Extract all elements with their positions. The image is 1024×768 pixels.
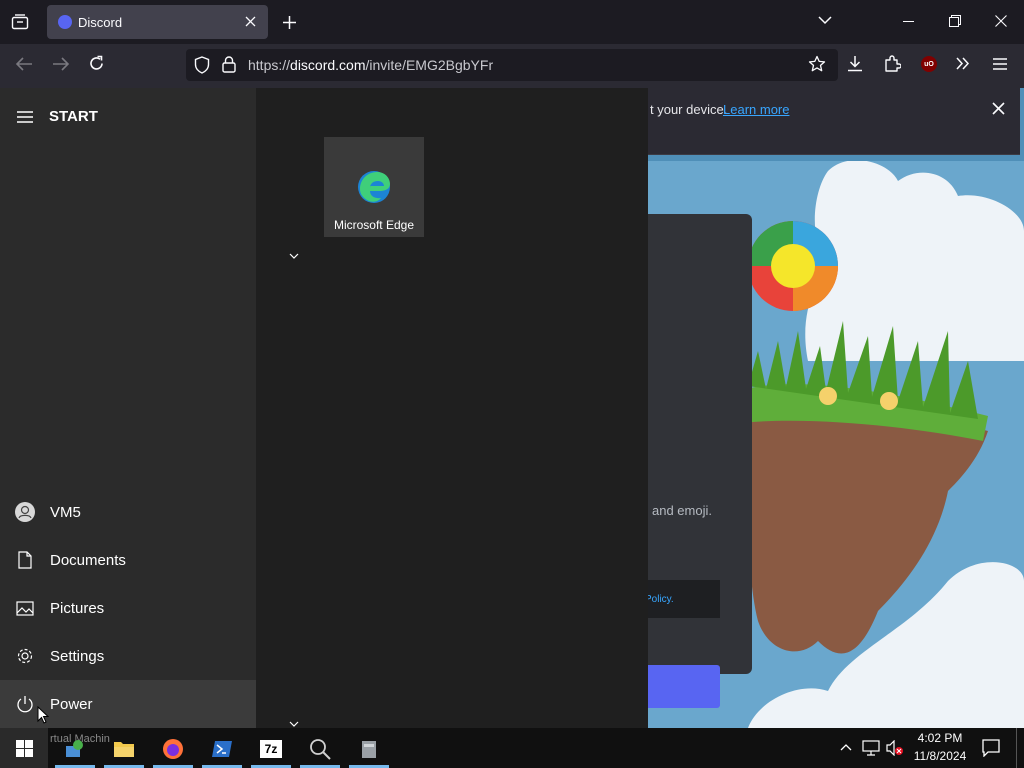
scroll-chevron-icon[interactable] [289, 721, 299, 727]
restore-button[interactable] [949, 15, 961, 27]
clock-time[interactable]: 4:02 PM [912, 731, 968, 745]
7zip-icon: 7z [260, 740, 282, 758]
search-icon [310, 739, 331, 760]
start-item-label: VM5 [50, 503, 81, 521]
lock-icon[interactable] [222, 56, 236, 73]
windows-logo-icon [16, 740, 33, 757]
show-hidden-icons-chevron-icon[interactable] [840, 743, 852, 751]
learn-more-link[interactable]: Learn more [723, 102, 789, 117]
new-tab-icon[interactable] [282, 15, 297, 30]
pictures-icon [0, 600, 50, 616]
downloads-icon[interactable] [847, 55, 863, 72]
folder-icon [114, 742, 134, 757]
app-menu-icon[interactable] [993, 58, 1007, 70]
start-item-settings[interactable]: Settings [0, 632, 256, 680]
minimize-button[interactable] [903, 21, 914, 22]
mouse-cursor-icon [37, 706, 49, 724]
firefox-icon [163, 739, 183, 759]
network-icon[interactable] [862, 740, 880, 756]
back-icon[interactable] [15, 56, 33, 72]
taskbar-search[interactable] [300, 733, 340, 768]
start-header: START [49, 108, 98, 125]
card-emoji-text: and emoji. [652, 503, 712, 518]
start-item-documents[interactable]: Documents [0, 536, 256, 584]
close-window-button[interactable] [995, 15, 1007, 27]
start-item-label: Documents [50, 551, 126, 569]
bookmark-star-icon[interactable] [808, 55, 826, 73]
tile-label: Microsoft Edge [333, 218, 415, 232]
extensions-icon[interactable] [884, 55, 901, 72]
taskbar-7zip[interactable]: 7z [251, 733, 291, 768]
start-item-label: Settings [50, 647, 105, 665]
start-item-user[interactable]: VM5 [0, 488, 256, 536]
taskbar-powershell[interactable] [202, 733, 242, 768]
powershell-icon [212, 741, 232, 757]
user-avatar-icon [0, 502, 50, 522]
taskbar-file-explorer[interactable] [104, 733, 144, 768]
app-window-icon [362, 741, 376, 758]
tab-list-icon[interactable] [11, 14, 29, 30]
volume-muted-icon[interactable] [886, 740, 904, 756]
notification-text: t your device. [650, 102, 728, 117]
tab-title: Discord [78, 15, 123, 30]
clock-date[interactable]: 11/8/2024 [910, 749, 970, 763]
discord-favicon-icon [58, 15, 72, 29]
taskbar-server-manager[interactable] [55, 733, 95, 768]
url-text: https://discord.com/invite/EMG2BgbYFr [248, 57, 494, 73]
server-manager-icon [66, 740, 83, 757]
taskbar-app[interactable] [349, 733, 389, 768]
start-item-pictures[interactable]: Pictures [0, 584, 256, 632]
start-item-label: Pictures [50, 599, 105, 617]
gear-icon [0, 647, 50, 665]
start-tiles-area [256, 88, 648, 728]
close-tab-icon[interactable] [245, 16, 256, 27]
tracking-protection-shield-icon[interactable] [194, 56, 210, 74]
start-item-label: Power [50, 695, 93, 713]
show-desktop-button[interactable] [1016, 728, 1024, 768]
more-tools-icon[interactable] [956, 57, 970, 70]
continue-button[interactable] [640, 665, 720, 708]
hamburger-menu-icon[interactable] [17, 111, 33, 123]
close-notification-icon[interactable] [992, 102, 1005, 115]
document-icon [0, 551, 50, 569]
privacy-policy-link[interactable]: Policy. [645, 594, 674, 605]
microsoft-edge-icon [356, 169, 392, 205]
reload-icon[interactable] [88, 55, 105, 72]
taskbar-firefox[interactable] [153, 733, 193, 768]
list-all-tabs-icon[interactable] [818, 16, 832, 25]
action-center-icon[interactable] [982, 739, 1000, 757]
forward-icon[interactable] [52, 56, 70, 72]
ublock-origin-icon[interactable]: uO [921, 56, 937, 72]
group-collapse-chevron-icon[interactable] [289, 253, 299, 259]
